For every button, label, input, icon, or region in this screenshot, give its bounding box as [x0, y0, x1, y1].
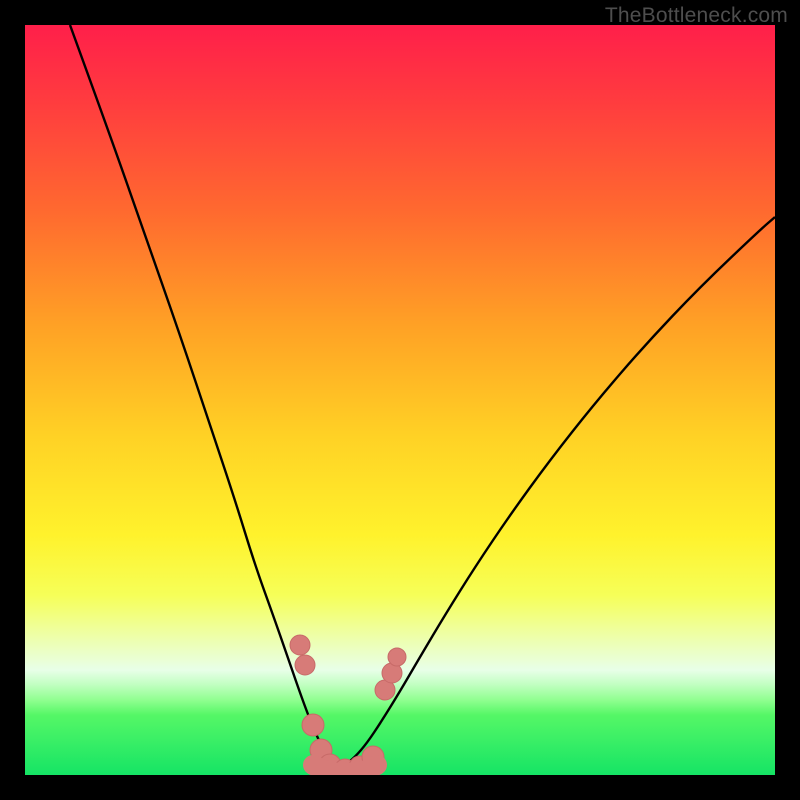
outer-frame: TheBottleneck.com	[0, 0, 800, 800]
curve-layer	[25, 25, 775, 775]
data-marker	[302, 714, 324, 736]
left-branch-curve	[70, 25, 335, 768]
data-marker	[290, 635, 310, 655]
data-marker	[388, 648, 406, 666]
data-markers	[290, 635, 406, 775]
plot-area	[25, 25, 775, 775]
right-branch-curve	[335, 217, 775, 768]
data-marker	[295, 655, 315, 675]
bottom-connector-curve	[313, 765, 377, 773]
watermark-text: TheBottleneck.com	[605, 4, 788, 28]
